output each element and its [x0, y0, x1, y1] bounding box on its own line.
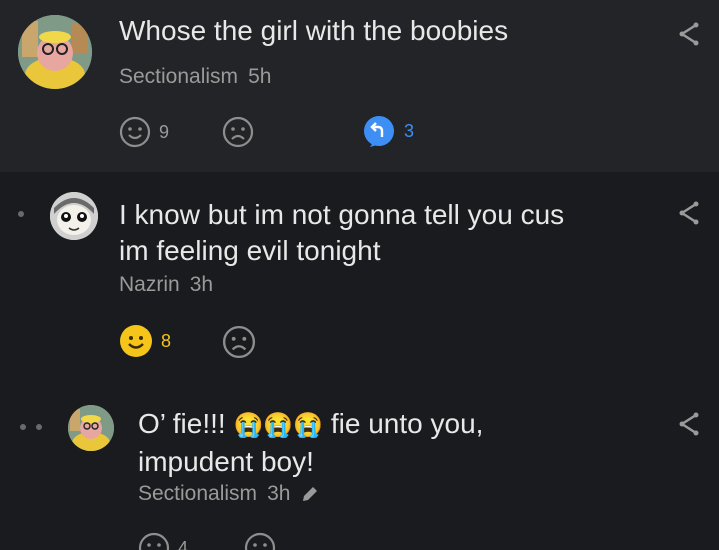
smile-reaction-button[interactable]: 9	[119, 116, 169, 148]
comment-text-line: O’ fie!!! 😭😭😭 fie unto you,	[138, 406, 483, 444]
comment-text-line: I know but im not gonna tell you cus	[119, 199, 565, 230]
comment-text-segment: fie unto you,	[330, 408, 484, 439]
frown-reaction-button[interactable]	[222, 116, 254, 148]
comment-text: O’ fie!!! 😭😭😭 fie unto you, impudent boy…	[138, 406, 483, 480]
comment-text: Whose the girl with the boobies	[119, 15, 509, 46]
avatar[interactable]	[50, 192, 98, 240]
thread-depth-indicator	[18, 211, 24, 217]
author-name[interactable]: Sectionalism	[119, 65, 238, 88]
avatar[interactable]	[68, 405, 114, 451]
author-name[interactable]: Sectionalism	[138, 482, 257, 506]
smile-count: 9	[159, 121, 170, 142]
share-icon[interactable]	[676, 21, 702, 47]
smile-count: 8	[161, 330, 172, 351]
reply-count: 3	[404, 120, 415, 141]
thread-dot	[36, 424, 42, 430]
thread-dot	[18, 211, 24, 217]
comment-text-line: impudent boy!	[138, 446, 314, 477]
smile-reaction-button[interactable]: 4	[138, 532, 188, 550]
smile-reaction-button[interactable]: 8	[119, 324, 171, 358]
comment-meta: Sectionalism 3h	[138, 482, 320, 506]
thread-dot	[20, 424, 26, 430]
author-name[interactable]: Nazrin	[119, 273, 180, 296]
smile-icon	[119, 116, 151, 148]
share-icon[interactable]	[676, 411, 702, 437]
share-icon[interactable]	[676, 200, 702, 226]
comment-text-segment: O’ fie!!!	[138, 408, 226, 439]
timestamp: 5h	[248, 65, 272, 88]
frown-reaction-button[interactable]	[222, 325, 256, 359]
comment-text-line: im feeling evil tonight	[119, 235, 381, 266]
frown-icon	[244, 532, 276, 550]
avatar[interactable]	[18, 15, 92, 89]
reply-bubble-icon	[364, 116, 394, 147]
smile-count: 4	[178, 537, 189, 550]
frown-icon	[222, 116, 254, 148]
crying-emoji: 😭😭😭	[233, 412, 324, 439]
frown-icon	[222, 325, 256, 359]
edit-pencil-icon[interactable]	[300, 484, 320, 504]
frown-reaction-button[interactable]	[244, 532, 276, 550]
comment-meta: Nazrin 3h	[119, 273, 213, 297]
comment-meta: Sectionalism 5h	[119, 65, 271, 89]
smile-icon	[138, 532, 170, 550]
comment-text: I know but im not gonna tell you cus im …	[119, 197, 564, 269]
timestamp: 3h	[189, 273, 214, 296]
reply-button[interactable]: 3	[362, 114, 414, 148]
timestamp: 3h	[267, 482, 291, 505]
thread-depth-indicator	[20, 424, 42, 430]
smile-filled-icon	[120, 325, 152, 357]
